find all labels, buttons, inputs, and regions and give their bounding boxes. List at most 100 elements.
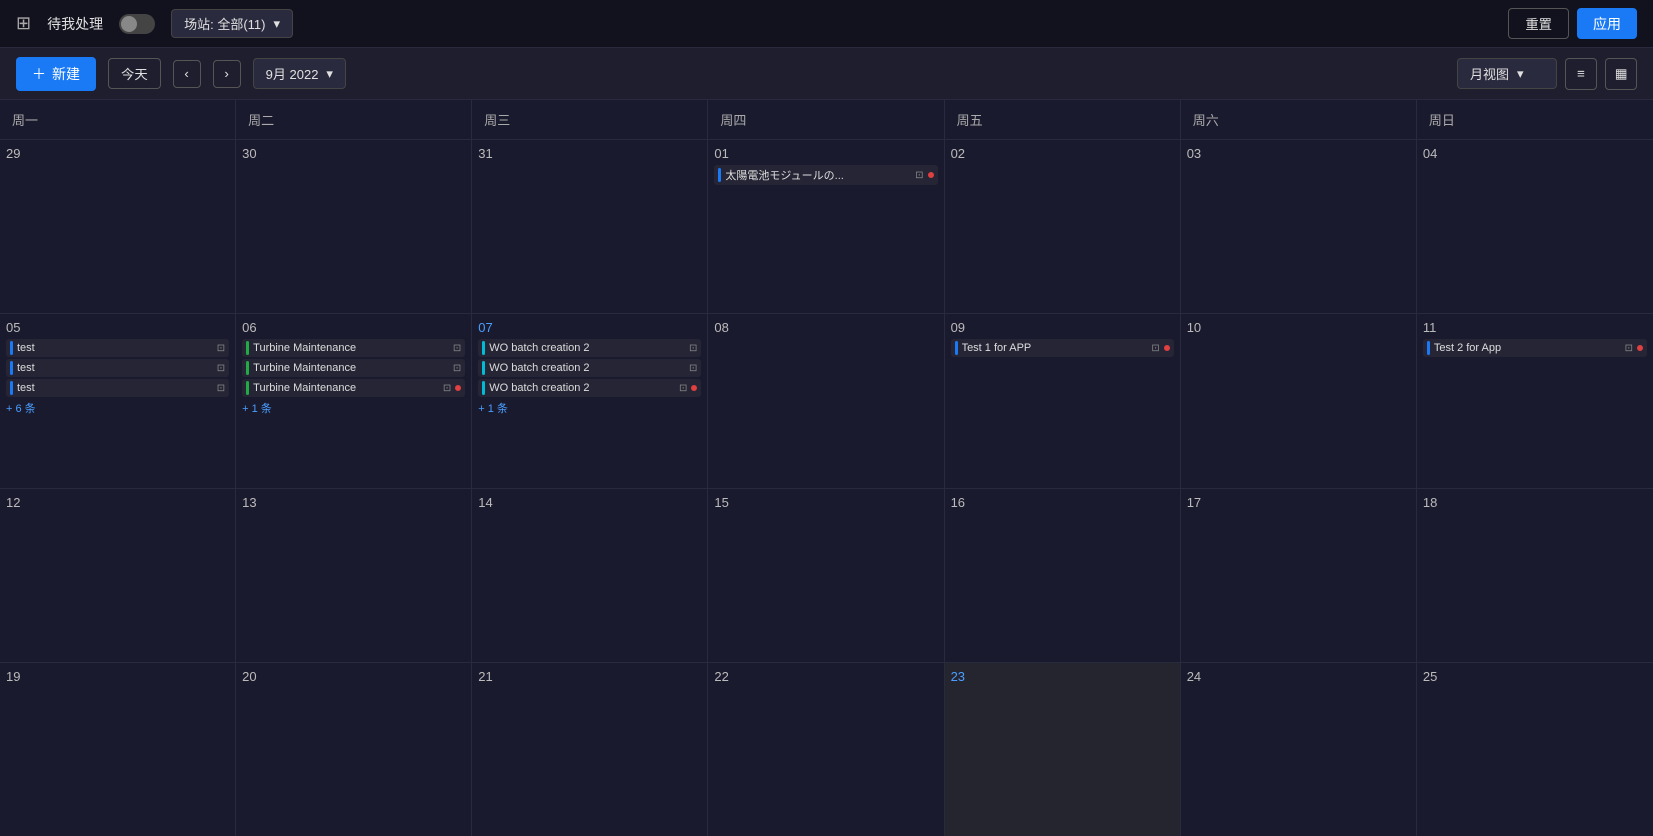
event-dot <box>455 385 461 391</box>
event-bar <box>246 341 249 355</box>
day-cell[interactable]: 08 <box>708 314 944 487</box>
day-cell[interactable]: 10 <box>1181 314 1417 487</box>
prev-button[interactable]: ‹ <box>173 60 201 88</box>
day-number: 30 <box>242 146 465 161</box>
day-number: 09 <box>951 320 1174 335</box>
site-selector[interactable]: 场站: 全部(11) ▾ <box>171 9 293 38</box>
event-label: test <box>17 382 213 394</box>
event-bar <box>246 381 249 395</box>
event-label: WO batch creation 2 <box>489 362 685 374</box>
day-number: 11 <box>1423 320 1647 335</box>
event-type-icon: ⊡ <box>443 383 451 394</box>
new-button[interactable]: ＋ 新建 <box>16 57 96 91</box>
event-type-icon: ⊡ <box>217 363 225 374</box>
event-item[interactable]: Test 2 for App⊡ <box>1423 339 1647 357</box>
day-number: 03 <box>1187 146 1410 161</box>
more-events-link[interactable]: + 6 条 <box>6 399 229 417</box>
event-bar <box>718 168 721 182</box>
event-item[interactable]: Turbine Maintenance⊡ <box>242 339 465 357</box>
calendar-icon: ▦ <box>1615 66 1628 82</box>
day-cell[interactable]: 13 <box>236 489 472 662</box>
day-cell[interactable]: 14 <box>472 489 708 662</box>
day-cell[interactable]: 16 <box>945 489 1181 662</box>
day-cell[interactable]: 07WO batch creation 2⊡WO batch creation … <box>472 314 708 487</box>
event-item[interactable]: test ⊡ <box>6 379 229 397</box>
day-cell[interactable]: 09 Test 1 for APP⊡ <box>945 314 1181 487</box>
calendar-header: 周一周二周三周四周五周六周日 <box>0 100 1653 140</box>
next-button[interactable]: › <box>213 60 241 88</box>
day-number: 16 <box>951 495 1174 510</box>
day-cell[interactable]: 29 <box>0 140 236 313</box>
day-cell[interactable]: 03 <box>1181 140 1417 313</box>
week-header: 周六 <box>1181 100 1417 139</box>
event-item[interactable]: 太陽電池モジュールの... ⊡ <box>714 165 937 185</box>
day-cell[interactable]: 21 <box>472 663 708 836</box>
day-number: 02 <box>951 146 1174 161</box>
reset-button[interactable]: 重置 <box>1508 8 1569 39</box>
day-cell[interactable]: 23 <box>945 663 1181 836</box>
day-cell[interactable]: 18 <box>1417 489 1653 662</box>
day-number: 18 <box>1423 495 1647 510</box>
filter-bar: ⊞ 待我处理 场站: 全部(11) ▾ 重置 应用 <box>0 0 1653 48</box>
day-cell[interactable]: 25 <box>1417 663 1653 836</box>
event-type-icon: ⊡ <box>1625 343 1633 354</box>
event-item[interactable]: WO batch creation 2⊡ <box>478 339 701 357</box>
today-button[interactable]: 今天 <box>108 58 161 89</box>
day-number: 15 <box>714 495 937 510</box>
calendar-icon-button[interactable]: ▦ <box>1605 58 1637 90</box>
event-bar <box>482 381 485 395</box>
event-item[interactable]: test⊡ <box>6 359 229 377</box>
day-number: 31 <box>478 146 701 161</box>
calendar-week-0: 29 30 31 01 太陽電池モジュールの... ⊡ 02 03 04 <box>0 140 1653 314</box>
day-cell[interactable]: 05test⊡test⊡test⊡+ 6 条 <box>0 314 236 487</box>
event-bar <box>246 361 249 375</box>
event-bar <box>955 341 958 355</box>
week-header: 周日 <box>1417 100 1653 139</box>
view-selector[interactable]: 月视图 ▾ <box>1457 58 1557 89</box>
week-header: 周一 <box>0 100 236 139</box>
calendar: 周一周二周三周四周五周六周日 29 30 31 01 太陽電池モジュールの... ⊡ 02 0… <box>0 100 1653 836</box>
day-cell[interactable]: 24 <box>1181 663 1417 836</box>
more-events-link[interactable]: + 1 条 <box>242 399 465 417</box>
event-type-icon: ⊡ <box>1151 343 1159 354</box>
apply-button[interactable]: 应用 <box>1577 8 1637 39</box>
event-item[interactable]: Test 1 for APP⊡ <box>951 339 1174 357</box>
day-number: 24 <box>1187 669 1410 684</box>
day-number: 07 <box>478 320 701 335</box>
event-item[interactable]: Turbine Maintenance⊡ <box>242 379 465 397</box>
day-cell[interactable]: 30 <box>236 140 472 313</box>
day-cell[interactable]: 06Turbine Maintenance⊡Turbine Maintenanc… <box>236 314 472 487</box>
event-type-icon: ⊡ <box>217 383 225 394</box>
pending-toggle[interactable] <box>119 14 155 34</box>
event-type-icon: ⊡ <box>915 170 923 181</box>
day-cell[interactable]: 02 <box>945 140 1181 313</box>
day-number: 01 <box>714 146 937 161</box>
chevron-right-icon: › <box>224 66 228 81</box>
day-cell[interactable]: 04 <box>1417 140 1653 313</box>
event-item[interactable]: test⊡ <box>6 339 229 357</box>
day-cell[interactable]: 17 <box>1181 489 1417 662</box>
day-cell[interactable]: 19 <box>0 663 236 836</box>
day-cell[interactable]: 22 <box>708 663 944 836</box>
event-label: Turbine Maintenance <box>253 362 449 374</box>
site-selector-label: 场站: 全部(11) <box>184 14 265 33</box>
event-dot <box>928 172 934 178</box>
day-number: 29 <box>6 146 229 161</box>
day-cell[interactable]: 12 <box>0 489 236 662</box>
day-cell[interactable]: 15 <box>708 489 944 662</box>
event-item[interactable]: WO batch creation 2⊡ <box>478 379 701 397</box>
menu-icon-button[interactable]: ≡ <box>1565 58 1597 90</box>
event-label: 太陽電池モジュールの... <box>725 167 911 183</box>
event-item[interactable]: Turbine Maintenance⊡ <box>242 359 465 377</box>
day-cell[interactable]: 20 <box>236 663 472 836</box>
day-cell[interactable]: 31 <box>472 140 708 313</box>
logo-icon: ⊞ <box>16 13 31 34</box>
month-selector[interactable]: 9月 2022 ▾ <box>253 58 346 89</box>
day-number: 23 <box>951 669 1174 684</box>
day-cell[interactable]: 11 Test 2 for App⊡ <box>1417 314 1653 487</box>
chevron-down-icon: ▾ <box>326 66 333 82</box>
more-events-link[interactable]: + 1 条 <box>478 399 701 417</box>
day-cell[interactable]: 01 太陽電池モジュールの... ⊡ <box>708 140 944 313</box>
event-item[interactable]: WO batch creation 2⊡ <box>478 359 701 377</box>
week-header: 周三 <box>472 100 708 139</box>
